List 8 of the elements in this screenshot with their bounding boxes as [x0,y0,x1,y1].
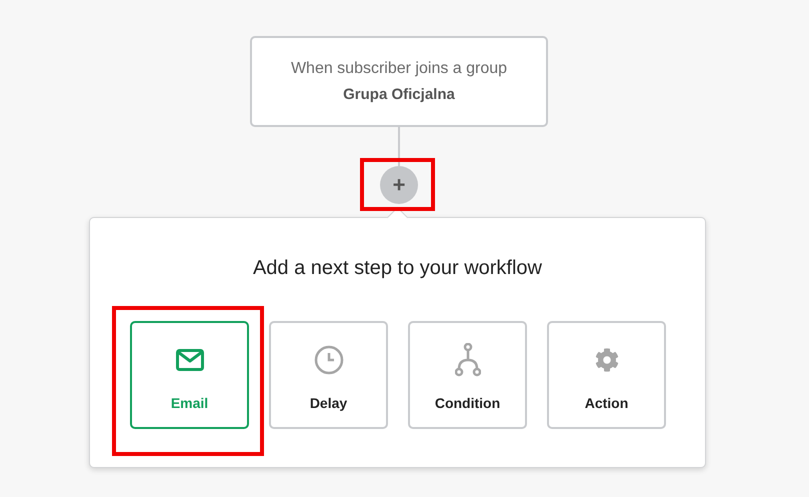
trigger-label: When subscriber joins a group [290,60,508,78]
add-step-button[interactable]: + [380,166,418,204]
step-option[interactable]: Delay [269,321,388,429]
trigger-card[interactable]: When subscriber joins a group Grupa Oficjalna [250,36,548,127]
step-option[interactable]: Action [547,321,666,429]
popover-title: Add a next step to your workflow [252,257,542,280]
step-option[interactable]: Condition [408,321,527,429]
group-name: Grupa Oficjalna [343,86,455,103]
